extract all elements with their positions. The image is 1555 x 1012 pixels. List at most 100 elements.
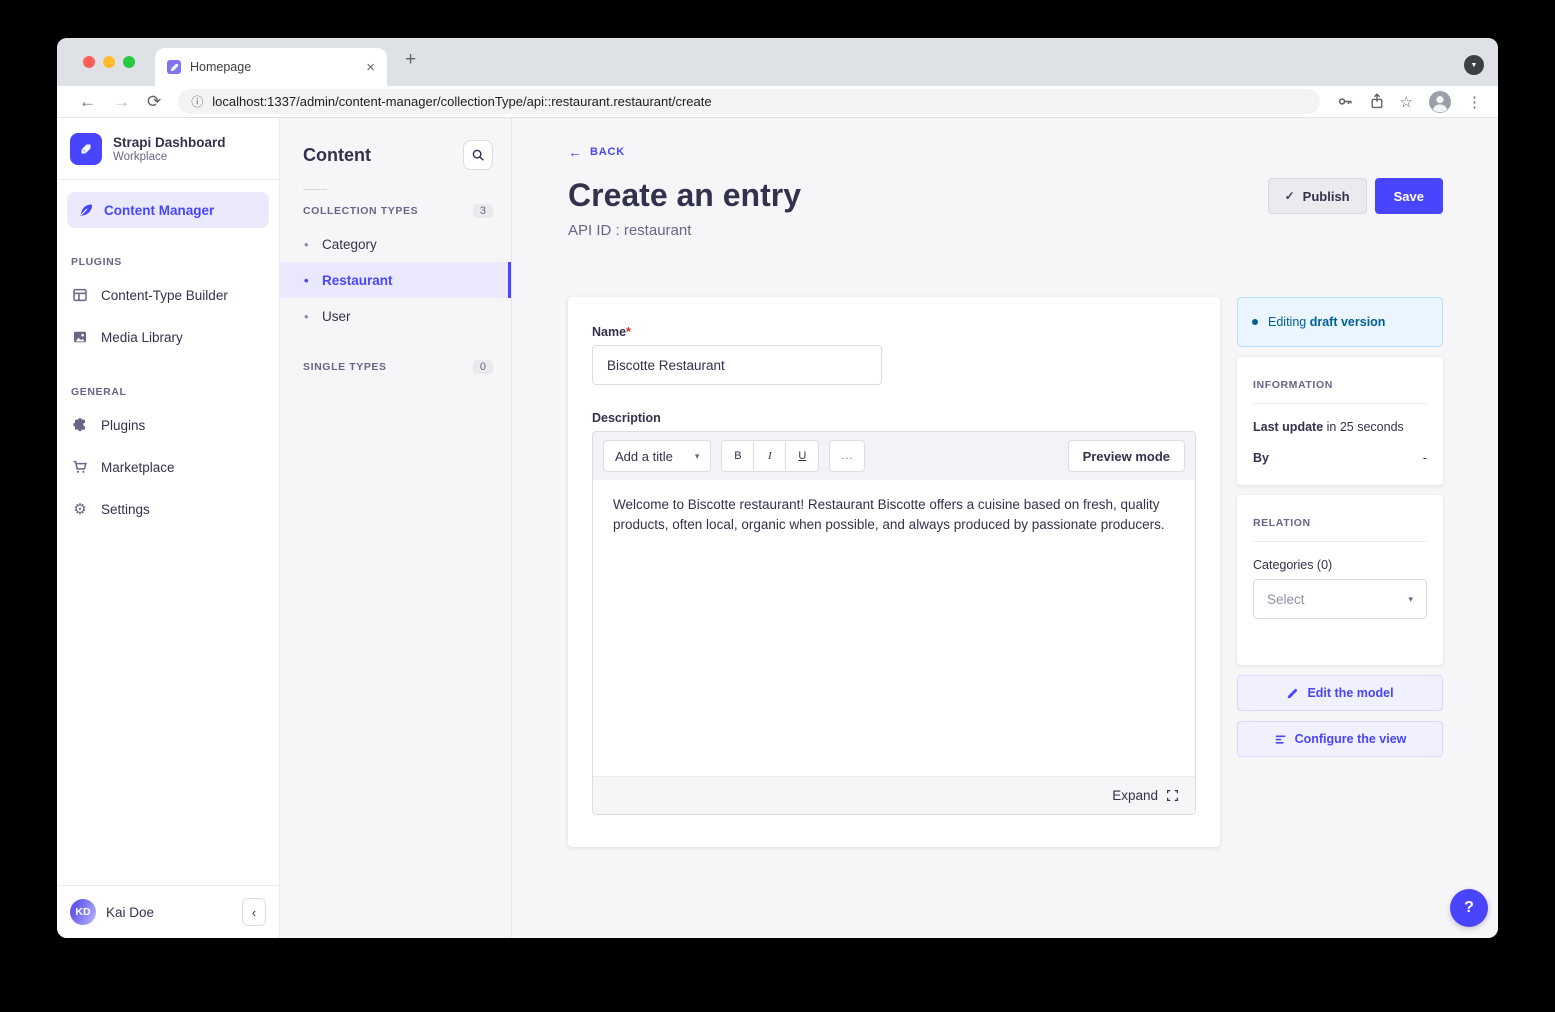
sidebar-item-label: Plugins [101,418,145,433]
edit-model-label: Edit the model [1307,686,1393,700]
share-icon[interactable] [1369,93,1385,110]
sidebar-item-media-library[interactable]: Media Library [57,316,279,358]
sidebar-item-content-manager[interactable]: Content Manager [67,192,269,228]
sidebar-item-label: Marketplace [101,460,175,475]
categories-select[interactable]: Select ▾ [1253,579,1427,619]
collapse-sidebar-button[interactable]: ‹ [242,898,266,926]
underline-button[interactable]: U [786,441,818,471]
site-info-icon[interactable]: ⓘ [191,93,203,110]
relation-header: RELATION [1253,517,1427,529]
browser-window: Homepage × + ▼ ← → ⟳ ⓘ localhost:1337/ad… [57,38,1498,938]
bullet-icon: • [304,309,309,324]
sidebar-item-marketplace[interactable]: Marketplace [57,446,279,488]
subnav-item-label: Restaurant [322,273,393,288]
card-divider [1253,403,1427,404]
strapi-app: Strapi Dashboard Workplace Content Manag… [57,118,1498,938]
main-nav: Strapi Dashboard Workplace Content Manag… [57,118,280,938]
nav-section-plugins: PLUGINS [71,256,265,268]
sidebar-item-label: Media Library [101,330,183,345]
back-icon[interactable]: ← [79,93,96,110]
settings-gear-icon: ⚙ [71,500,89,518]
subnav-item-restaurant[interactable]: • Restaurant [280,262,511,298]
sidebar-item-label: Settings [101,502,150,517]
help-button[interactable]: ? [1450,889,1488,927]
back-link[interactable]: ← BACK [568,144,1443,160]
api-id-subtitle: API ID : restaurant [568,222,801,239]
back-arrow-icon: ← [568,144,582,160]
sidebar-item-plugins[interactable]: Plugins [57,404,279,446]
card-divider [1253,541,1427,542]
configure-view-button[interactable]: Configure the view [1237,721,1443,757]
avatar[interactable]: KD [70,899,96,925]
url-text: localhost:1337/admin/content-manager/col… [212,94,711,109]
content-type-builder-icon [71,287,89,303]
new-tab-button[interactable]: + [405,49,416,71]
password-key-icon[interactable] [1337,93,1354,110]
title-style-dropdown[interactable]: Add a title ▾ [603,440,711,472]
bold-button[interactable]: B [722,441,754,471]
sidebar-item-content-type-builder[interactable]: Content-Type Builder [57,274,279,316]
tab-strip: Homepage × + ▼ [57,38,1498,86]
back-label: BACK [590,146,625,158]
search-button[interactable] [463,140,493,170]
italic-button[interactable]: I [754,441,786,471]
relation-card: RELATION Categories (0) Select ▾ [1237,495,1443,665]
workspace-brand[interactable]: Strapi Dashboard Workplace [57,118,279,179]
subnav-item-user[interactable]: • User [280,298,511,334]
information-card: INFORMATION Last update in 25 seconds By… [1237,357,1443,485]
save-button[interactable]: Save [1375,178,1443,214]
sidebar-item-settings[interactable]: ⚙ Settings [57,488,279,530]
traffic-lights [83,56,135,68]
window-menu-icon[interactable]: ▼ [1464,55,1484,75]
close-tab-icon[interactable]: × [366,59,375,76]
categories-label: Categories (0) [1253,558,1427,572]
bookmark-star-icon[interactable]: ☆ [1400,93,1413,111]
entry-form-card: Name* Description Add a title ▾ B [568,297,1220,847]
marketplace-cart-icon [71,459,89,475]
zoom-window-button[interactable] [123,56,135,68]
close-window-button[interactable] [83,56,95,68]
subnav-item-label: User [322,309,351,324]
strapi-logo-icon [70,133,102,165]
collection-types-count-badge: 3 [473,204,493,218]
status-dot-icon [1252,319,1258,325]
configure-lines-icon [1274,733,1287,746]
pencil-icon [1286,687,1299,700]
strapi-favicon-icon [167,60,181,74]
by-label: By [1253,451,1269,465]
title-style-label: Add a title [615,449,673,464]
information-header: INFORMATION [1253,379,1427,391]
chevron-down-icon: ▾ [695,451,700,462]
publish-button[interactable]: ✓ Publish [1268,178,1367,214]
description-editor: Add a title ▾ B I U ... Preview mode W [592,431,1196,815]
profile-avatar-icon[interactable] [1428,90,1452,114]
minimize-window-button[interactable] [103,56,115,68]
draft-status-badge: Editing draft version [1237,297,1443,347]
browser-tab[interactable]: Homepage × [155,48,387,86]
forward-icon[interactable]: → [113,93,130,110]
publish-label: Publish [1303,189,1350,204]
required-asterisk: * [626,325,631,339]
expand-icon[interactable] [1166,789,1179,802]
subnav-divider [303,189,327,190]
name-input[interactable] [592,345,882,385]
media-library-icon [71,329,89,345]
browser-menu-icon[interactable]: ⋮ [1467,93,1482,111]
toolbar-actions: ☆ ⋮ [1337,90,1482,114]
search-icon [471,148,485,162]
sidebar-item-label: Content Manager [104,203,214,218]
nav-section-general: GENERAL [71,386,265,398]
draft-status-text: Editing draft version [1268,315,1385,329]
subnav-item-category[interactable]: • Category [280,226,511,262]
editor-footer: Expand [593,776,1195,814]
preview-mode-button[interactable]: Preview mode [1068,440,1185,472]
chevron-down-icon: ▾ [1408,594,1413,605]
url-bar[interactable]: ⓘ localhost:1337/admin/content-manager/c… [178,89,1319,114]
description-textarea[interactable]: Welcome to Biscotte restaurant! Restaura… [593,480,1195,776]
reload-icon[interactable]: ⟳ [147,93,161,110]
expand-label[interactable]: Expand [1112,788,1158,803]
question-mark-icon: ? [1464,899,1474,917]
edit-model-button[interactable]: Edit the model [1237,675,1443,711]
sidebar-item-label: Content-Type Builder [101,288,228,303]
more-formats-button[interactable]: ... [829,440,865,472]
